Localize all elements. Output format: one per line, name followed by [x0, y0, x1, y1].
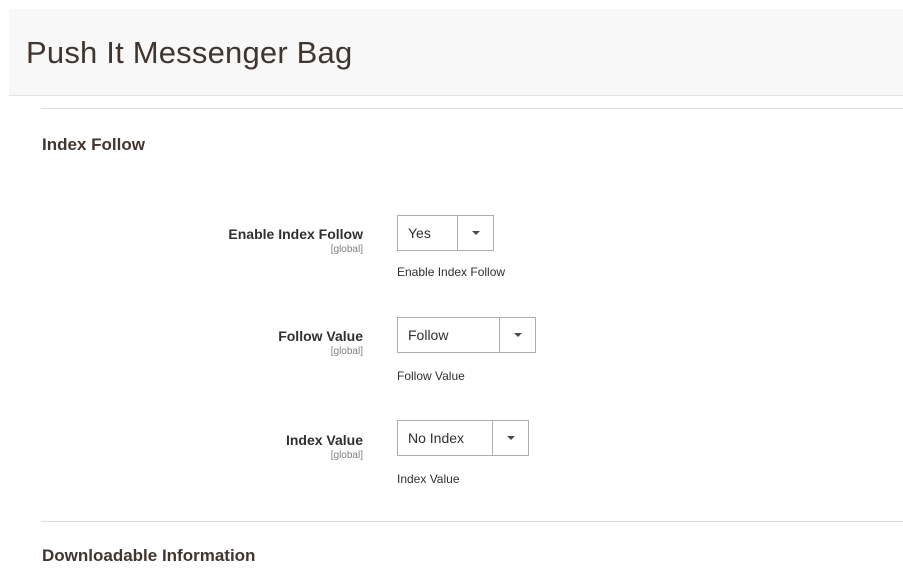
field-label-follow-value: Follow Value	[278, 328, 363, 344]
follow-value-select[interactable]: Follow	[397, 317, 536, 353]
field-note-index-value: Index Value	[397, 472, 460, 486]
section-divider	[41, 521, 903, 522]
select-value: Yes	[408, 225, 431, 241]
field-note-enable-index-follow: Enable Index Follow	[397, 265, 506, 279]
field-label-enable-index-follow: Enable Index Follow	[228, 226, 363, 242]
field-scope-index-value: [global]	[330, 450, 363, 461]
select-value: No Index	[408, 430, 465, 446]
page-header: Push It Messenger Bag	[9, 9, 903, 96]
field-note-follow-value: Follow Value	[397, 369, 465, 383]
section-title-index-follow[interactable]: Index Follow	[42, 135, 145, 155]
caret-down-icon[interactable]	[457, 216, 493, 250]
field-label-index-value: Index Value	[285, 432, 363, 448]
section-divider	[41, 108, 903, 109]
select-value: Follow	[408, 327, 449, 343]
enable-index-follow-select[interactable]: Yes	[397, 215, 494, 251]
field-scope-enable-index-follow: [global]	[330, 244, 363, 255]
caret-down-icon[interactable]	[492, 421, 528, 455]
field-scope-follow-value: [global]	[330, 346, 363, 357]
caret-down-icon[interactable]	[499, 318, 535, 352]
section-title-downloadable-information[interactable]: Downloadable Information	[42, 546, 255, 566]
page-title: Push It Messenger Bag	[26, 35, 353, 70]
index-value-select[interactable]: No Index	[397, 420, 529, 456]
